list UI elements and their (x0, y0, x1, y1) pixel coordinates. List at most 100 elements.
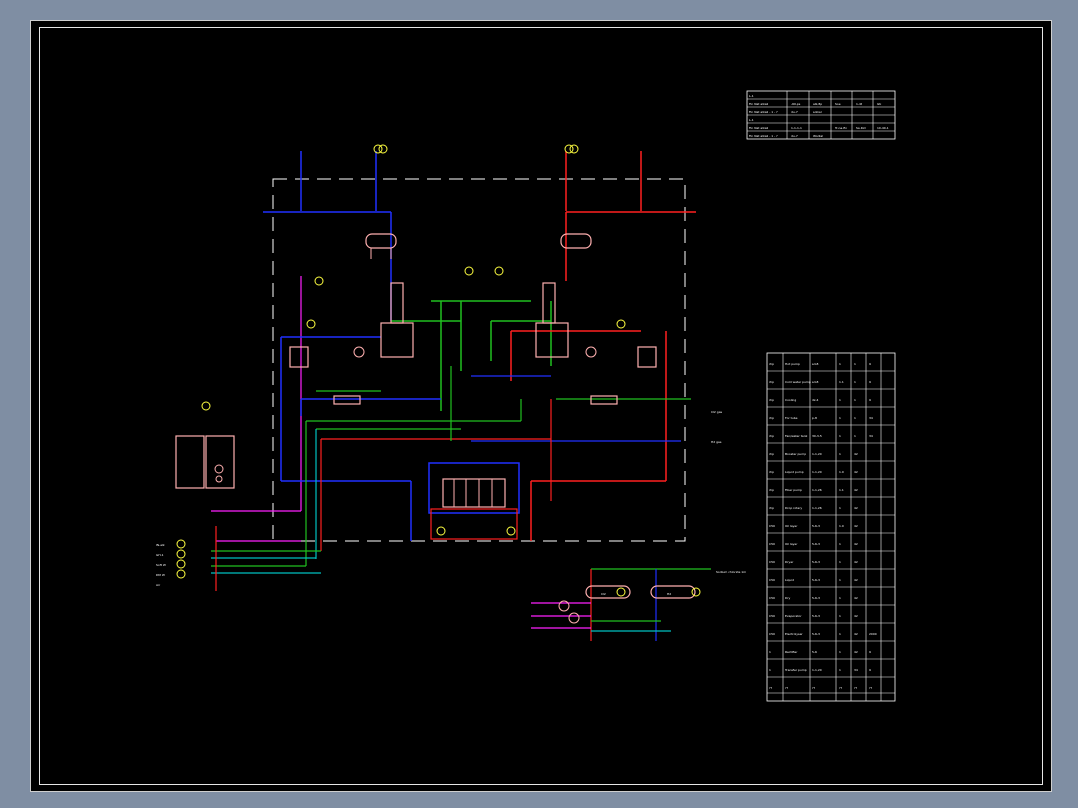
equipment-row-name: ?? (785, 686, 789, 690)
equipment-row-model: 1-1,20 (812, 470, 822, 474)
equipment-row-unit: 42 (854, 650, 858, 654)
equipment-row-model: 5-6-3 (812, 542, 820, 546)
equipment-row-qty: 1 (839, 416, 841, 420)
equipment-row-qty: 1 (839, 542, 841, 546)
drawing-sheet: IN-alk GH-1 Soft W DM W Air Cl2 gas H2 g… (30, 20, 1052, 792)
equipment-row-unit: 1 (854, 416, 856, 420)
left-process-side (211, 151, 551, 591)
equipment-row-unit: 42 (854, 542, 858, 546)
top-table-cell: 10-40-1 (877, 126, 889, 130)
equipment-row-qty: 1 (839, 362, 841, 366)
equipment-list-table: rhp Hot pump sd-8 1 1 9 rhp Cold water p… (766, 352, 896, 702)
equipment-row-name: Evaporator (785, 614, 802, 618)
equipment-row-model: 1-1,20 (812, 668, 822, 672)
equipment-row-name: Cooling (785, 398, 796, 402)
equipment-row-name: Booster pump (785, 452, 806, 456)
equipment-row-qty: 1 (839, 398, 841, 402)
equipment-row-model: 5-6-3 (812, 596, 820, 600)
equipment-row-model: 1-1,26 (812, 488, 822, 492)
equipment-row-model: 5-6-3 (812, 560, 820, 564)
equipment-row-qty: 1 (839, 668, 841, 672)
left-input-label-5: Air (156, 583, 161, 587)
equipment-row-id: rhp (769, 434, 774, 438)
equipment-row-qty: 1.0 (839, 524, 844, 528)
equipment-row-unit: 42 (854, 578, 858, 582)
equipment-row-id: C50 (769, 560, 775, 564)
right-pump (585, 346, 597, 358)
equipment-row-id: rhp (769, 470, 774, 474)
left-column (390, 282, 404, 324)
equipment-row-model: dz-4 (812, 398, 819, 402)
lower-right-drums (531, 568, 711, 641)
top-table-cell: Sa.Rid (856, 126, 866, 130)
drum-tag-1: Cl2 (601, 592, 606, 596)
equipment-row-power: 9 (869, 650, 871, 654)
equipment-row-power: 34 (869, 416, 873, 420)
equipment-row-unit: 42 (854, 614, 858, 618)
equipment-row-qty: 1 (839, 434, 841, 438)
left-separator (380, 322, 414, 358)
left-input-label-3: Soft W (156, 563, 166, 567)
top-table-cell: Wodial (813, 134, 823, 138)
equipment-row-id: 1 (769, 650, 771, 654)
top-table-cell: Fin Nat alkali - 1 - ? (749, 134, 778, 138)
equipment-row-id: C50 (769, 596, 775, 600)
equipment-row-power: 9 (869, 668, 871, 672)
equipment-row-id: C50 (769, 614, 775, 618)
right-column (542, 282, 556, 324)
equipment-row-qty: 1.1 (839, 488, 844, 492)
top-right-table: L-1 Fin Nat alkali Fin Nat alkali - 1 - … (746, 90, 896, 140)
equipment-row-unit: 42 (854, 506, 858, 510)
equipment-row-id: rhp (769, 488, 774, 492)
equipment-row-qty: 1.1 (839, 380, 844, 384)
equipment-row-qty: 1 (839, 650, 841, 654)
equipment-row-model: 5-6-3 (812, 524, 820, 528)
equipment-row-id: rhp (769, 398, 774, 402)
equipment-row-id: rhp (769, 380, 774, 384)
top-table-cell: alk,8p (813, 102, 822, 106)
equipment-row-model: sd-8 (812, 380, 819, 384)
equipment-row-power: 34 (869, 434, 873, 438)
equipment-row-unit: 1 (854, 362, 856, 366)
equipment-row-power: 9 (869, 362, 871, 366)
equipment-row-qty: 1.0 (839, 470, 844, 474)
equipment-row-name: Hot pump (785, 362, 800, 366)
equipment-row-id: C50 (769, 524, 775, 528)
equipment-row-unit: 42 (854, 470, 858, 474)
equipment-row-unit: ?? (854, 686, 858, 690)
process-diagram: IN-alk GH-1 Soft W DM W Air Cl2 gas H2 g… (156, 90, 896, 702)
equipment-row-power: 2000 (869, 632, 877, 636)
equipment-row-name: Dryer (785, 560, 794, 564)
left-input-label-1: IN-alk (156, 543, 165, 547)
equipment-row-unit: 1 (854, 434, 856, 438)
equipment-row-id: rhp (769, 362, 774, 366)
left-pump (353, 346, 365, 358)
right-output-label-1: Cl2 gas (711, 410, 723, 414)
rectifier-cabinet (175, 435, 235, 489)
top-table-cell: Fin Nat alkali - 1 - ? (749, 110, 778, 114)
equipment-row-model: ?? (812, 686, 816, 690)
equipment-row-id: C50 (769, 578, 775, 582)
equipment-row-unit: 1 (854, 380, 856, 384)
equipment-row-name: Transfer pump (784, 668, 807, 672)
equipment-row-id: rhp (769, 506, 774, 510)
equipment-row-model: 5-6-3 (812, 578, 820, 582)
top-table-cell: Tr-na-fin (834, 126, 847, 130)
equipment-row-unit: 42 (854, 524, 858, 528)
equipment-row-id: rhp (769, 452, 774, 456)
equipment-row-name: Electrolyser (785, 632, 803, 636)
equipment-row-model: 5-6-3 (812, 614, 820, 618)
right-separator (535, 322, 569, 358)
equipment-row-name: Oil layer (785, 542, 798, 546)
equipment-row-name: Rectifier (785, 650, 798, 654)
top-table-cell: du-7 (791, 134, 798, 138)
equipment-row-unit: 42 (854, 596, 858, 600)
equipment-row-model: p-8 (812, 416, 817, 420)
equipment-row-model: 5-6-3 (812, 632, 820, 636)
chlorine-drum (585, 585, 631, 599)
equipment-row-model: 1-1,20 (812, 452, 822, 456)
left-input-label-4: DM W (156, 573, 165, 577)
equipment-row-power: ?? (869, 686, 873, 690)
top-table-cell: Fin Nat alkali (749, 102, 768, 106)
right-tank (637, 346, 657, 368)
